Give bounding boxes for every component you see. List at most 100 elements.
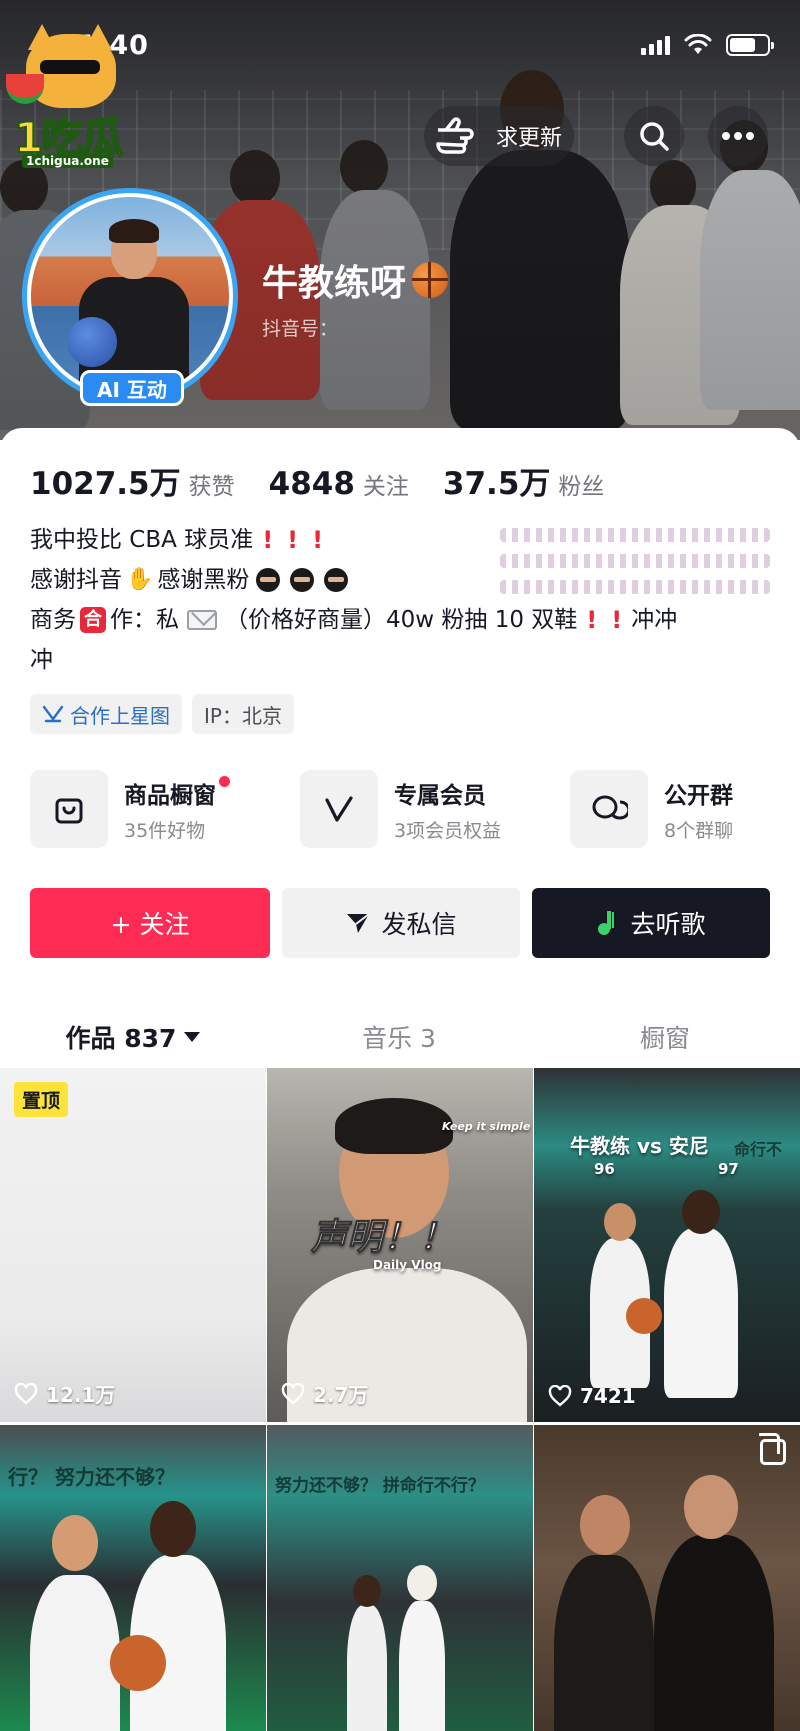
urge-update-button[interactable]: 求更新 [424, 106, 574, 166]
bio-line-3c: （价格好商量）40w 粉抽 10 双鞋 [225, 607, 578, 633]
send-message-button[interactable]: 发私信 [282, 888, 520, 958]
bio-line-4: 冲 [30, 647, 53, 673]
bio-line-3a: 商务 [30, 607, 76, 633]
douyin-id[interactable]: 抖音号： [262, 314, 338, 341]
video-overlay-title: 声明！！ [310, 1217, 456, 1259]
pointing-hand-icon [432, 114, 490, 158]
service-subtitle: 8个群聊 [664, 819, 734, 842]
stat-likes[interactable]: 1027.5万 获赞 [30, 458, 235, 503]
exclamation-icon: ! [262, 526, 274, 554]
profile-tags: 合作上星图 IP：北京 [30, 694, 294, 734]
service-title: 公开群 [664, 782, 733, 809]
watermark-logo: 1吃瓜 1chigua.one [6, 24, 134, 170]
profile-actions: + 关注 发私信 去听歌 [30, 888, 770, 958]
service-title: 专属会员 [394, 782, 486, 809]
more-button[interactable] [708, 106, 768, 166]
bio-line-2b: 感谢黑粉 [157, 567, 250, 593]
heart-icon [14, 1382, 38, 1405]
like-count: 12.1万 [14, 1379, 115, 1408]
service-subtitle: 35件好物 [124, 819, 206, 842]
tab-label: 橱窗 [639, 1024, 690, 1053]
pinned-badge: 置顶 [14, 1082, 69, 1117]
service-membership[interactable]: 专属会员 3项会员权益 [300, 770, 540, 848]
v-member-icon [325, 796, 353, 822]
like-count: 2.7万 [281, 1379, 368, 1408]
video-thumbnail[interactable] [534, 1425, 800, 1731]
video-thumbnail[interactable]: 牛教练 vs 安尼 96 97 命行不 7421 [534, 1068, 800, 1422]
cooperate-badge-icon: 合 [80, 607, 106, 633]
shopping-bag-icon [55, 798, 83, 824]
heart-icon [281, 1382, 305, 1405]
music-note-icon [596, 911, 620, 935]
video-thumbnail[interactable]: Keep it simple 声明！！ Daily Vlog 2.7万 [267, 1068, 533, 1422]
dropdown-caret-icon [184, 1032, 201, 1042]
basketball-icon [67, 317, 117, 367]
send-message-label: 发私信 [381, 910, 457, 939]
cellular-signal-icon [641, 35, 670, 55]
tab-works[interactable]: 作品 837 [0, 996, 266, 1078]
exclamation-icon: ! [287, 526, 299, 554]
score-right: 97 [718, 1160, 739, 1178]
video-caption: Keep it simple [442, 1120, 531, 1133]
profile-nickname: 牛教练呀 [262, 254, 449, 306]
video-grid: 置顶 12.1万 Keep it simple 声明！！ Daily Vlog … [0, 1068, 800, 1731]
basketball-emoji-icon [412, 262, 449, 298]
stat-following[interactable]: 4848 关注 [269, 466, 409, 502]
stat-followers[interactable]: 37.5万 粉丝 [443, 458, 605, 503]
stat-label: 获赞 [188, 474, 235, 500]
paper-plane-icon [347, 913, 371, 933]
stat-label: 粉丝 [558, 474, 605, 500]
video-thumbnail[interactable]: 行？ 努力还不够？ [0, 1425, 266, 1731]
logo-domain: 1chigua.one [22, 154, 113, 168]
video-overlay-title: 牛教练 vs 安尼 [570, 1134, 709, 1158]
listen-music-button[interactable]: 去听歌 [532, 888, 770, 958]
exclamation-icon: ! [611, 606, 623, 634]
bio-line-3b: 作：私 [110, 607, 179, 633]
tab-shop-window[interactable]: 橱窗 [532, 996, 798, 1078]
profile-card: 1027.5万 获赞 4848 关注 37.5万 粉丝 我中投比 CBA 球员准… [0, 428, 800, 1731]
service-shop-window[interactable]: 商品橱窗 35件好物 [30, 770, 270, 848]
search-button[interactable] [624, 106, 684, 166]
exclamation-icon: ! [586, 606, 598, 634]
score-left: 96 [594, 1160, 615, 1178]
bio-line-1: 我中投比 CBA 球员准 [30, 527, 254, 553]
service-entries: 商品橱窗 35件好物 专属会员 3项会员权益 公开群 8个群聊 [30, 770, 770, 848]
tab-music[interactable]: 音乐 3 [266, 996, 532, 1078]
video-caption: Daily Vlog [373, 1258, 442, 1272]
tab-label: 作品 837 [65, 1024, 177, 1053]
ninja-icon [290, 568, 315, 592]
tab-label: 音乐 3 [362, 1024, 436, 1053]
bio-line-3d: 冲冲 [631, 607, 678, 633]
more-dots-icon [722, 132, 754, 140]
star-map-tag[interactable]: 合作上星图 [30, 694, 182, 734]
avatar-photo [31, 197, 229, 395]
video-thumbnail[interactable]: 努力还不够？ 拼命行不行？ [267, 1425, 533, 1731]
group-chat-icon [592, 795, 628, 820]
ip-location-tag: IP：北京 [192, 694, 294, 734]
heart-icon [548, 1385, 572, 1407]
service-subtitle: 3项会员权益 [394, 819, 502, 842]
ip-location-label: IP：北京 [204, 703, 282, 728]
ai-interact-badge[interactable]: AI 互动 [80, 370, 184, 406]
search-icon [640, 122, 669, 151]
service-public-group[interactable]: 公开群 8个群聊 [570, 770, 770, 848]
battery-icon [726, 34, 774, 56]
content-tabs: 作品 837 音乐 3 橱窗 [0, 996, 800, 1078]
video-thumbnail[interactable]: 置顶 12.1万 [0, 1068, 266, 1422]
exclamation-icon: ! [312, 526, 324, 554]
stat-value: 4848 [268, 466, 355, 502]
praying-hands-icon: ✋ [126, 567, 154, 592]
stat-value: 37.5万 [442, 466, 551, 502]
envelope-icon [187, 610, 217, 630]
notification-dot [219, 775, 230, 787]
wifi-icon [684, 34, 712, 54]
urge-update-label: 求更新 [496, 126, 563, 151]
listen-music-label: 去听歌 [630, 910, 706, 939]
multi-image-icon [759, 1433, 786, 1465]
follow-button[interactable]: + 关注 [30, 888, 270, 958]
stat-label: 关注 [362, 474, 409, 500]
ninja-icon [256, 568, 281, 592]
like-count: 7421 [548, 1384, 636, 1408]
wall-text: 努力还不够？ 拼命行不行？ [275, 1476, 485, 1496]
profile-header: 11:40 1吃瓜 1chigua.one 求更新 [0, 0, 800, 440]
